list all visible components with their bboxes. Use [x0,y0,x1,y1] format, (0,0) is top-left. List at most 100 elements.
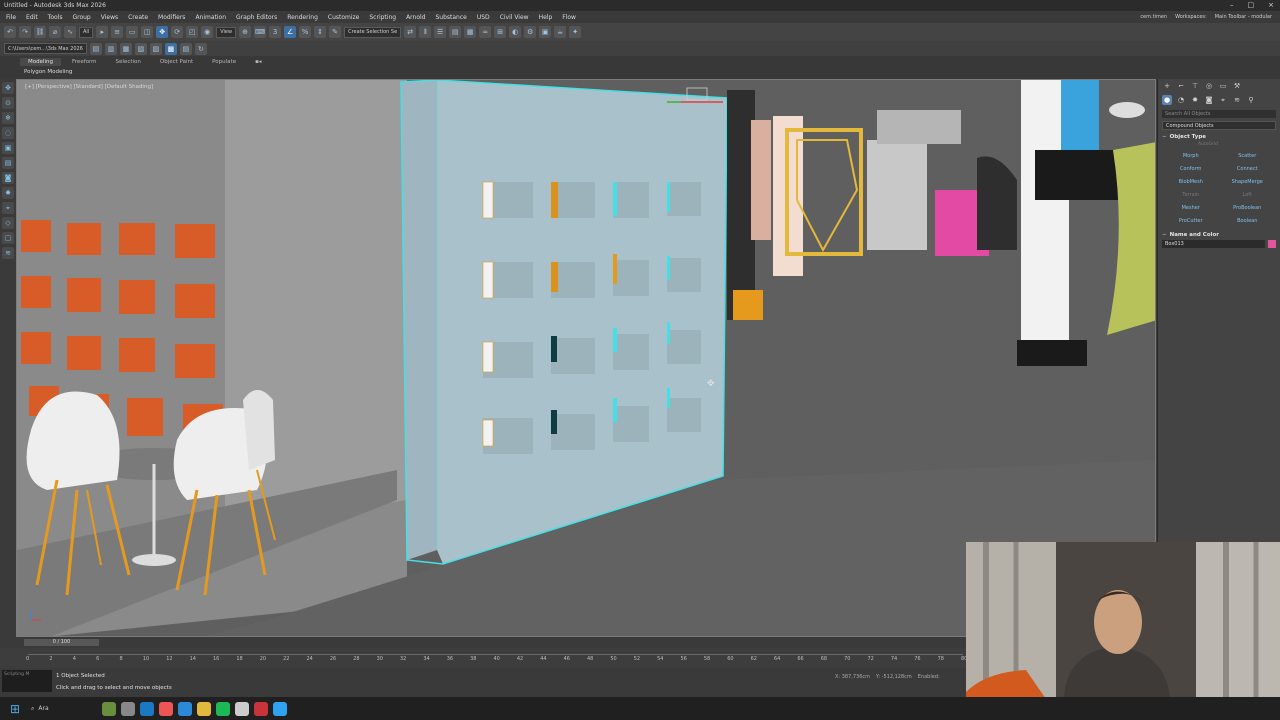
viewport-label[interactable]: [+] [Perspective] [Standard] [Default Sh… [25,84,153,90]
time-slider-thumb[interactable]: 0 / 100 [24,639,99,646]
layers-icon[interactable]: ▤ [179,42,192,55]
angle-snap-icon[interactable]: ∠ [284,26,297,38]
layer-icon[interactable]: ▤ [2,157,14,169]
connect-button[interactable]: Connect [1221,164,1275,174]
menu-flow[interactable]: Flow [562,14,576,21]
refresh-icon[interactable]: ↻ [194,42,207,55]
workspace-dropdown[interactable]: Main Toolbar - modular [1215,14,1272,20]
project-path-field[interactable]: C:\Users\cem...\3ds Max 2026 [4,43,87,54]
utilities-tab-icon[interactable]: ⚒ [1232,81,1242,91]
select-object-icon[interactable]: ▸ [96,26,109,38]
menu-views[interactable]: Views [101,14,118,21]
maxscript-listener[interactable]: Scripting M [2,670,52,692]
windows-icon[interactable]: ⊞ [8,702,22,716]
hold-icon[interactable]: ▧ [134,42,147,55]
menu-create[interactable]: Create [128,14,148,21]
autogrid-checkbox[interactable]: AutoGrid [1158,142,1280,147]
tab-freeform[interactable]: Freeform [64,58,105,66]
shapes-category-icon[interactable]: ◔ [1176,95,1186,105]
percent-snap-icon[interactable]: % [299,26,312,38]
helpers-category-icon[interactable]: ⌖ [1218,95,1228,105]
taskbar-app-taskview[interactable] [121,701,135,716]
minimize-button[interactable]: – [1230,0,1234,11]
hierarchy-tab-icon[interactable]: ⊤ [1190,81,1200,91]
menu-customize[interactable]: Customize [328,14,360,21]
arnold-render-icon[interactable]: ✦ [569,26,582,38]
snaps-toggle-icon[interactable]: 3 [269,26,282,38]
hide-icon[interactable]: ◌ [2,127,14,139]
select-and-scale-icon[interactable]: ◰ [186,26,199,38]
rendered-frame-icon[interactable]: ▣ [539,26,552,38]
tab-modeling[interactable]: Modeling [20,57,62,66]
menu-modifiers[interactable]: Modifiers [158,14,185,21]
bind-spacewarp-icon[interactable]: ∿ [64,26,76,38]
menu-substance[interactable]: Substance [435,14,466,21]
taskbar-app-browser[interactable] [178,701,192,716]
menu-file[interactable]: File [6,14,16,21]
align-icon[interactable]: ⫴ [419,26,432,38]
create-tab-icon[interactable]: + [1162,81,1172,91]
select-and-rotate-icon[interactable]: ⟳ [171,26,184,38]
close-button[interactable]: × [1268,0,1274,11]
toggle-ribbon-icon[interactable]: ▦ [464,26,477,38]
taskbar-app-obs[interactable] [254,701,268,716]
link-icon[interactable]: ⛓ [34,26,46,38]
conform-button[interactable]: Conform [1164,164,1218,174]
modify-tab-icon[interactable]: ⌐ [1176,81,1186,91]
menu-graph-editors[interactable]: Graph Editors [236,14,277,21]
object-color-swatch[interactable] [1268,240,1276,248]
menu-help[interactable]: Help [539,14,553,21]
schematic-view-icon[interactable]: ⊞ [494,26,507,38]
geometry-icon[interactable]: ▢ [2,232,14,244]
motion-tab-icon[interactable]: ◎ [1204,81,1214,91]
create-selection-icon[interactable]: ✥ [2,82,14,94]
display-icon[interactable]: ▣ [2,142,14,154]
cameras-category-icon[interactable]: ◙ [1204,95,1214,105]
spinner-snap-icon[interactable]: ⇕ [314,26,327,38]
taskbar-app-chrome[interactable] [159,701,173,716]
taskbar-app-spotify[interactable] [216,701,230,716]
window-crossing-icon[interactable]: ◫ [141,26,154,38]
boolean-button[interactable]: Boolean [1221,216,1275,226]
mesher-button[interactable]: Mesher [1164,203,1218,213]
terrain-button[interactable]: Terrain [1164,190,1218,200]
menu-rendering[interactable]: Rendering [287,14,318,21]
x-coordinate[interactable]: X: 387,736cm [835,674,870,680]
systems-category-icon[interactable]: ⚲ [1246,95,1256,105]
tab-selection[interactable]: Selection [108,58,149,66]
ribbon-options-icon[interactable]: ▪◂ [247,58,270,66]
procutter-button[interactable]: ProCutter [1164,216,1218,226]
grid-toggle-icon[interactable]: ▩ [164,42,177,55]
mirror-icon[interactable]: ⇄ [404,26,417,38]
selection-filter-dropdown[interactable]: All [79,26,94,38]
morph-button[interactable]: Morph [1164,151,1218,161]
tab-populate[interactable]: Populate [204,58,244,66]
scene-explorer-icon[interactable]: ☰ [434,26,447,38]
object-category-dropdown[interactable]: Compound Objects [1162,121,1276,130]
named-selection-sets[interactable]: Create Selection Se [344,26,402,38]
shapemerge-button[interactable]: ShapeMerge [1221,177,1275,187]
geometry-category-icon[interactable]: ● [1162,95,1172,105]
y-coordinate[interactable]: Y: -512,128cm [876,674,912,680]
isolate-icon[interactable]: ⊙ [2,97,14,109]
taskbar-search[interactable]: ⌕ Ara [27,702,97,716]
name-and-color-rollout[interactable]: Name and Color [1162,232,1276,238]
lights-icon[interactable]: ✸ [2,187,14,199]
taskbar-app-3dsmax[interactable] [273,701,287,716]
taskbar-app-steam[interactable] [235,701,249,716]
menu-animation[interactable]: Animation [195,14,226,21]
blobmesh-button[interactable]: BlobMesh [1164,177,1218,187]
menu-edit[interactable]: Edit [26,14,38,21]
menu-tools[interactable]: Tools [48,14,63,21]
menu-scripting[interactable]: Scripting [369,14,396,21]
reference-coordinate-dropdown[interactable]: View [216,26,237,38]
unlink-icon[interactable]: ⌀ [49,26,61,38]
redo-icon[interactable]: ↷ [19,26,31,38]
proboolean-button[interactable]: ProBoolean [1221,203,1275,213]
display-tab-icon[interactable]: ▭ [1218,81,1228,91]
taskbar-app-explorer[interactable] [197,701,211,716]
undo-icon[interactable]: ↶ [4,26,16,38]
user-account[interactable]: cem.timen [1140,14,1167,20]
layer-explorer-icon[interactable]: ▤ [449,26,462,38]
loft-button[interactable]: Loft [1221,190,1275,200]
